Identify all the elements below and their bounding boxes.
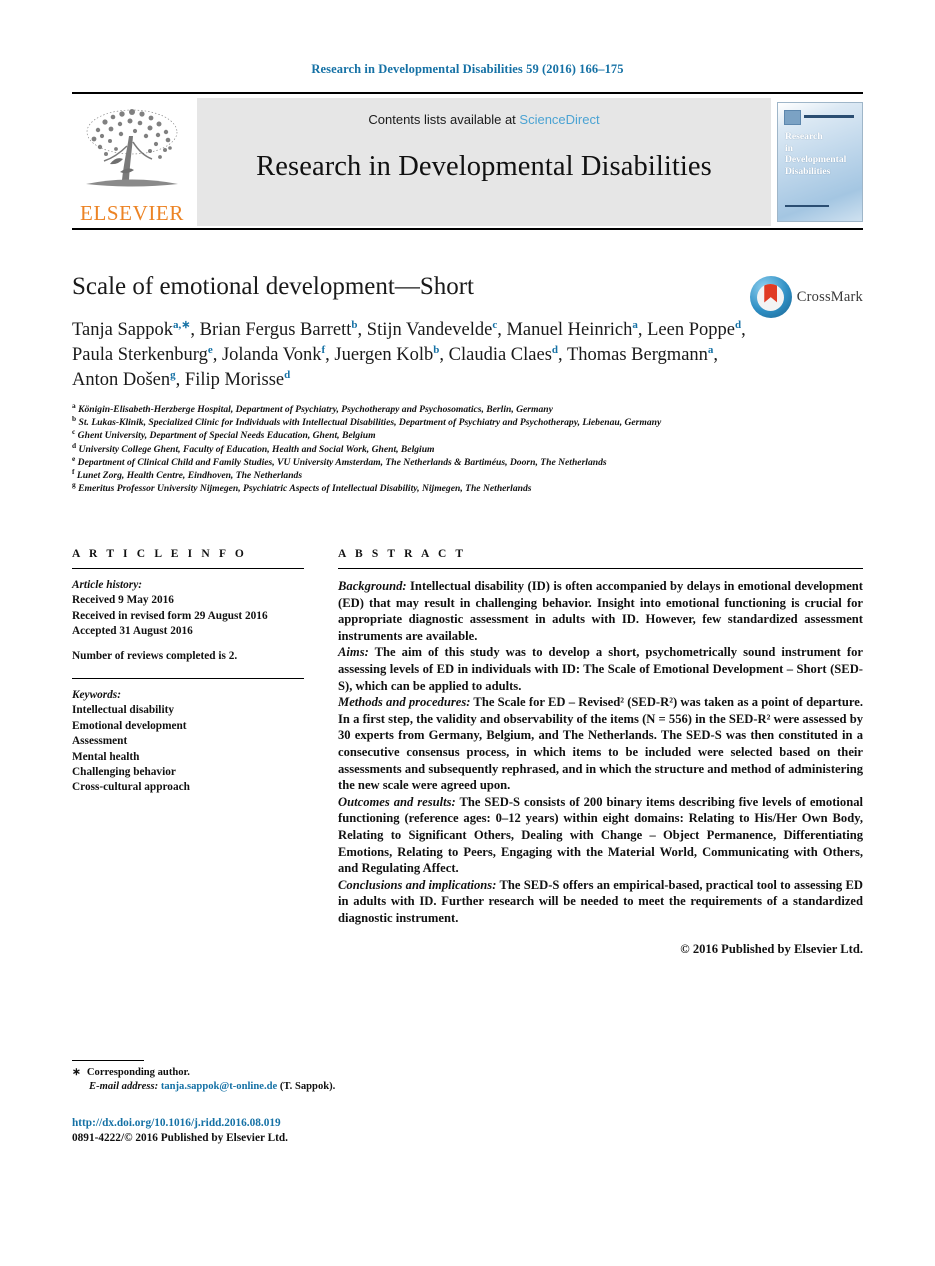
- email-line: E-mail address: tanja.sappok@t-online.de…: [72, 1080, 492, 1094]
- abstract-section-label: Conclusions and implications:: [338, 877, 497, 892]
- journal-title: Research in Developmental Disabilities: [256, 151, 712, 182]
- affiliation-marker: e: [72, 453, 76, 463]
- journal-cover-thumbnail[interactable]: Research in Developmental Disabilities: [777, 102, 863, 222]
- elsevier-tree-icon: [86, 109, 178, 187]
- cover-bottom-rule: [785, 204, 829, 207]
- abstract-section: Aims: The aim of this study was to devel…: [338, 645, 863, 693]
- affiliation-item: b St. Lukas-Klinik, Specialized Clinic f…: [72, 414, 662, 429]
- email-link[interactable]: tanja.sappok@t-online.de: [161, 1081, 277, 1092]
- page-footer: ∗ Corresponding author. E-mail address: t…: [72, 1060, 492, 1146]
- article-info-heading: A R T I C L E I N F O: [72, 548, 247, 560]
- affiliation-marker: c: [72, 427, 76, 437]
- affiliation-marker: b: [72, 414, 77, 424]
- affiliation-item: a Königin-Elisabeth-Herzberge Hospital, …: [72, 400, 553, 415]
- article-info-column: A R T I C L E I N F O Article history: R…: [72, 548, 304, 957]
- affiliation-item: e Department of Clinical Child and Famil…: [72, 453, 607, 468]
- affiliation-marker: a: [72, 400, 76, 410]
- masthead-top-rule: [72, 92, 863, 94]
- crossmark-icon: [749, 276, 792, 318]
- affiliation-marker: f: [72, 466, 75, 476]
- abstract-column: A B S T R A C T Background: Intellectual…: [338, 548, 863, 957]
- info-abstract-region: A R T I C L E I N F O Article history: R…: [72, 548, 863, 957]
- crossmark-label: CrossMark: [796, 288, 863, 305]
- abstract-copyright: © 2016 Published by Elsevier Ltd.: [680, 942, 863, 957]
- affiliation-marker: g: [72, 480, 76, 490]
- running-head: Research in Developmental Disabilities 5…: [311, 62, 624, 76]
- abstract-section: Methods and procedures: The Scale for ED…: [338, 695, 863, 793]
- affiliation-item: c Ghent University, Department of Specia…: [72, 427, 376, 442]
- journal-masthead: ELSEVIER Contents lists available at Sci…: [72, 92, 863, 230]
- affiliation-item: f Lunet Zorg, Health Centre, Eindhoven, …: [72, 466, 303, 482]
- affiliation-item: g Emeritus Professor University Nijmegen…: [72, 480, 532, 495]
- masthead-bottom-rule: [72, 228, 863, 230]
- doi-block: http://dx.doi.org/10.1016/j.ridd.2016.08…: [72, 1116, 492, 1146]
- abstract-section-label: Outcomes and results:: [338, 794, 456, 809]
- article-history-label: Article history:: [72, 579, 142, 591]
- article-page: Research in Developmental Disabilities 5…: [0, 0, 935, 1266]
- email-suffix: (T. Sappok).: [277, 1081, 336, 1092]
- contents-available-line: Contents lists available at ScienceDirec…: [368, 112, 599, 127]
- keyword-2: Assessment: [72, 735, 128, 748]
- abstract-section: Background: Intellectual disability (ID)…: [338, 579, 863, 643]
- affiliation-list: a Königin-Elisabeth-Herzberge Hospital, …: [72, 400, 863, 495]
- keywords-block: Keywords: Intellectual disability Emotio…: [72, 679, 304, 796]
- author-list: Tanja Sappoka,∗, Brian Fergus Barrettb, …: [72, 318, 746, 390]
- abstract-section-label: Methods and procedures:: [338, 695, 471, 710]
- keyword-0: Intellectual disability: [72, 704, 174, 717]
- title-block: Scale of emotional development—Short Cro…: [72, 272, 863, 495]
- history-line-2: Accepted 31 August 2016: [72, 625, 193, 638]
- email-label: E-mail address:: [89, 1081, 159, 1092]
- journal-band: Contents lists available at ScienceDirec…: [197, 98, 771, 226]
- contents-prefix: Contents lists available at: [368, 112, 520, 127]
- history-line-0: Received 9 May 2016: [72, 594, 174, 607]
- abstract-section: Outcomes and results: The SED-S consists…: [338, 794, 864, 876]
- affiliation-marker: d: [72, 440, 77, 450]
- keyword-4: Challenging behavior: [72, 766, 176, 779]
- corresponding-asterisk: ∗: [72, 1067, 81, 1078]
- elsevier-logo: ELSEVIER: [72, 98, 192, 226]
- abstract-body: Background: Intellectual disability (ID)…: [338, 569, 863, 926]
- elsevier-wordmark: ELSEVIER: [80, 201, 184, 225]
- abstract-heading: A B S T R A C T: [338, 548, 467, 560]
- cover-emblem-icon: [784, 110, 801, 125]
- corresponding-label: Corresponding author.: [86, 1067, 190, 1078]
- reviews-completed-note: Number of reviews completed is 2.: [72, 649, 238, 662]
- abstract-section: Conclusions and implications: The SED-S …: [338, 877, 863, 925]
- keywords-label: Keywords:: [72, 689, 121, 702]
- sciencedirect-link[interactable]: ScienceDirect: [519, 112, 599, 127]
- abstract-section-label: Background:: [338, 579, 407, 593]
- article-history-block: Article history: Received 9 May 2016 Rec…: [72, 569, 304, 664]
- history-line-1: Received in revised form 29 August 2016: [72, 609, 268, 622]
- footnote-rule: [72, 1060, 144, 1061]
- crossmark-badge[interactable]: CrossMark: [745, 274, 863, 320]
- doi-link[interactable]: http://dx.doi.org/10.1016/j.ridd.2016.08…: [72, 1117, 281, 1129]
- column-gap: [304, 548, 338, 957]
- abstract-section-label: Aims:: [338, 645, 369, 660]
- keyword-3: Mental health: [72, 750, 140, 763]
- keyword-1: Emotional development: [72, 719, 187, 732]
- cover-title-text: Research in Developmental Disabilities: [785, 131, 847, 177]
- affiliation-item: d University College Ghent, Faculty of E…: [72, 440, 435, 455]
- issn-copyright-line: 0891-4222/© 2016 Published by Elsevier L…: [72, 1132, 288, 1144]
- keyword-5: Cross-cultural approach: [72, 781, 190, 794]
- cover-top-rule: [804, 115, 854, 118]
- corresponding-author-note: ∗ Corresponding author. E-mail address: t…: [72, 1066, 492, 1094]
